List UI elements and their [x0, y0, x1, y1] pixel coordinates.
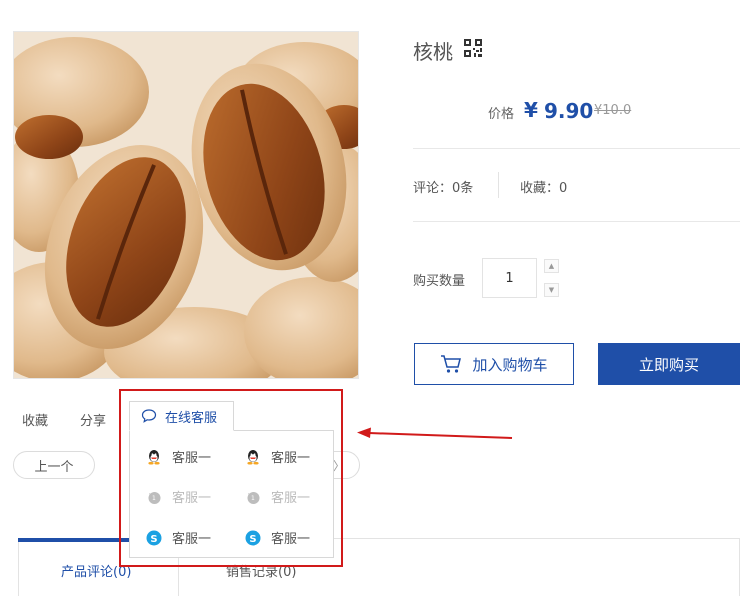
product-image [13, 31, 359, 379]
previous-button[interactable]: 上一个 [13, 451, 95, 479]
buy-now-button[interactable]: 立即购买 [598, 343, 740, 385]
product-title: 核桃 [413, 40, 453, 64]
qr-code-icon[interactable] [464, 39, 482, 57]
stat-divider [498, 172, 499, 198]
price-value: 9.90 [544, 99, 594, 123]
add-to-cart-label: 加入购物车 [472, 355, 548, 374]
price-label: 价格 [488, 107, 515, 122]
currency-symbol: ¥ [524, 98, 538, 122]
favorite-count: 收藏：0 [520, 181, 568, 196]
highlight-box [119, 389, 343, 567]
collect-link[interactable]: 收藏 [22, 410, 48, 429]
quantity-increase-button[interactable]: ▲ [544, 259, 559, 273]
add-to-cart-button[interactable]: 加入购物车 [414, 343, 574, 385]
original-price: ¥10.0 [594, 103, 632, 118]
buy-now-label: 立即购买 [638, 355, 699, 374]
quantity-label: 购买数量 [413, 274, 466, 289]
divider [413, 221, 740, 222]
cart-icon [441, 355, 462, 373]
review-count: 评论：0条 [413, 181, 474, 196]
quantity-decrease-button[interactable]: ▼ [544, 283, 559, 297]
quantity-input[interactable] [482, 258, 537, 298]
share-link[interactable]: 分享 [80, 410, 106, 429]
divider [413, 148, 740, 149]
annotation-arrow-icon [357, 427, 513, 439]
